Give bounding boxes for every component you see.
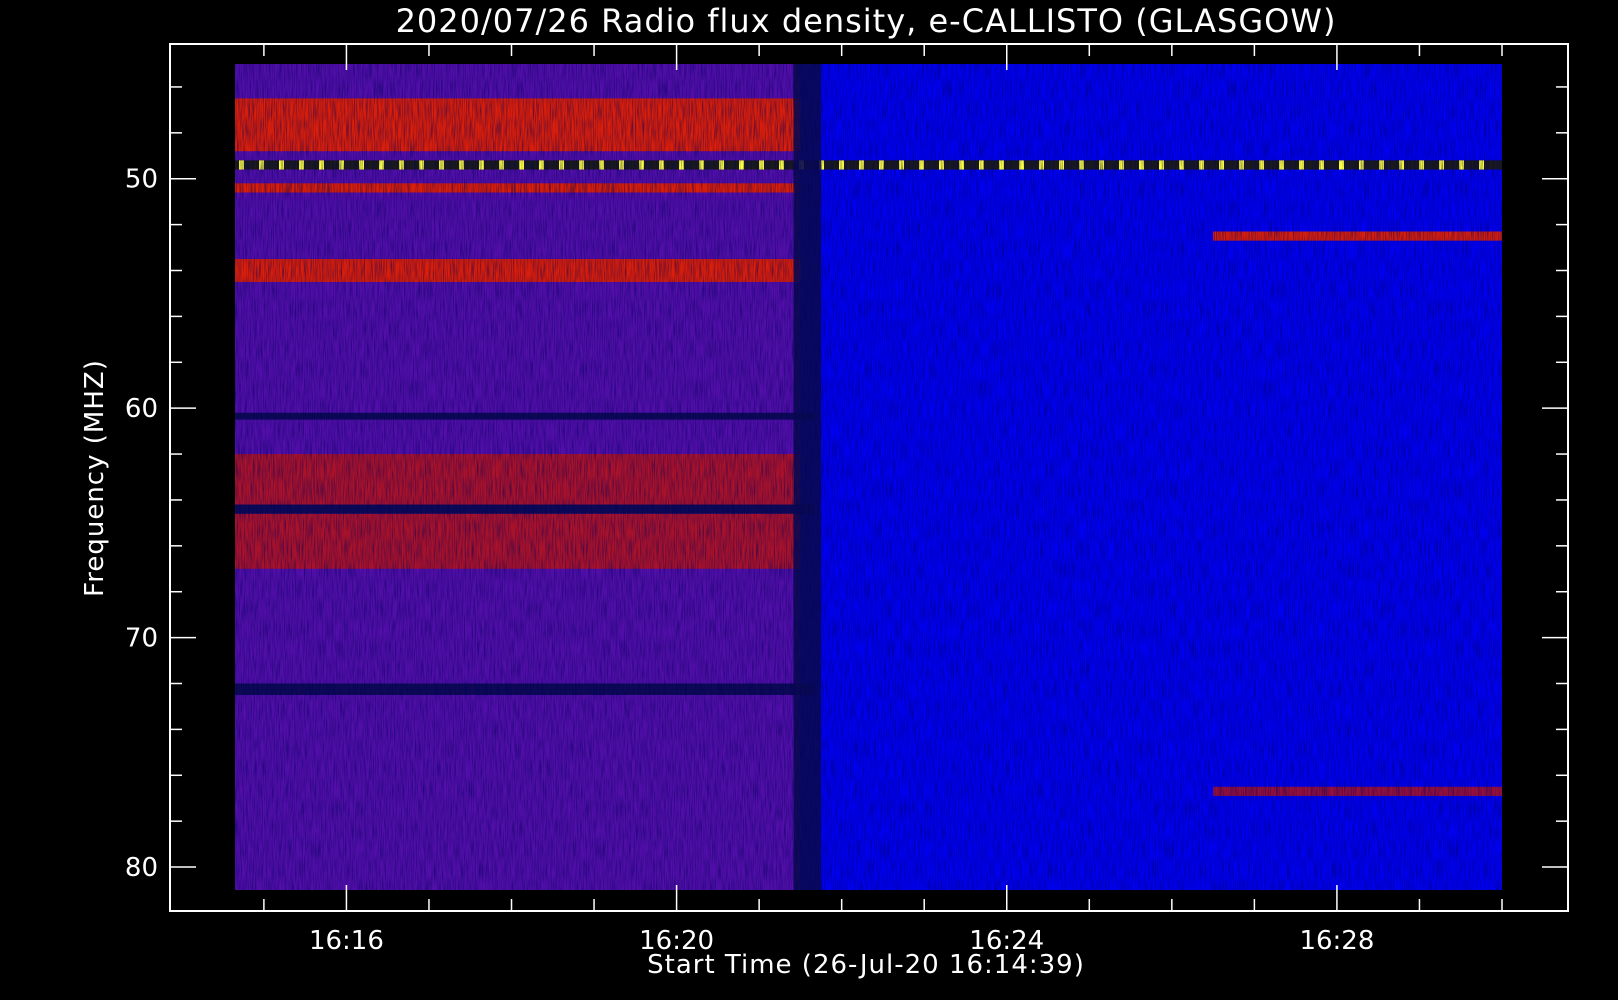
interference-marker (479, 160, 484, 170)
x-tick-label: 16:28 (1299, 926, 1374, 956)
heatmap-feature-broadband-dropout (793, 64, 822, 890)
interference-marker (1059, 160, 1064, 170)
interference-marker (779, 160, 784, 170)
x-tick-label: 16:16 (309, 926, 384, 956)
interference-marker (539, 160, 544, 170)
interference-marker (1299, 160, 1304, 170)
heatmap-feature-absorption-line (235, 412, 815, 420)
interference-marker (259, 160, 264, 170)
interference-marker (1219, 160, 1224, 170)
interference-marker (1339, 160, 1344, 170)
interference-marker (1479, 160, 1484, 170)
heatmap-feature-moderate-band (235, 513, 801, 569)
interference-marker (979, 160, 984, 170)
interference-marker (699, 160, 704, 170)
interference-marker (719, 160, 724, 170)
interference-marker (579, 160, 584, 170)
interference-marker (759, 160, 764, 170)
y-tick-label: 80 (125, 853, 158, 883)
interference-marker (1279, 160, 1284, 170)
interference-marker (1359, 160, 1364, 170)
y-tick-label: 50 (125, 165, 158, 195)
interference-marker (1159, 160, 1164, 170)
heatmap-feature-absorption-line (235, 683, 815, 695)
x-axis-label: Start Time (26-Jul-20 16:14:39) (647, 950, 1085, 980)
chart-title: 2020/07/26 Radio flux density, e-CALLIST… (396, 2, 1337, 40)
interference-marker (1319, 160, 1324, 170)
interference-marker (1459, 160, 1464, 170)
interference-marker (879, 160, 884, 170)
heatmap-layer (235, 64, 1502, 890)
interference-marker (399, 160, 404, 170)
interference-marker (1259, 160, 1264, 170)
interference-marker (619, 160, 624, 170)
interference-marker (1099, 160, 1104, 170)
interference-marker (1079, 160, 1084, 170)
interference-marker (1179, 160, 1184, 170)
interference-marker (379, 160, 384, 170)
interference-marker (939, 160, 944, 170)
interference-marker (959, 160, 964, 170)
y-axis-label: Frequency (MHZ) (80, 359, 110, 597)
interference-marker (419, 160, 424, 170)
spectrogram-chart: 2020/07/26 Radio flux density, e-CALLIST… (0, 0, 1618, 1000)
heatmap-feature-strong-band (235, 183, 801, 193)
y-tick-label: 60 (125, 394, 158, 424)
interference-marker (1399, 160, 1404, 170)
heatmap-feature-strong-band (1213, 231, 1502, 241)
interference-marker (559, 160, 564, 170)
interference-marker (599, 160, 604, 170)
interference-marker (239, 160, 244, 170)
interference-marker (1139, 160, 1144, 170)
interference-marker (639, 160, 644, 170)
interference-marker (519, 160, 524, 170)
interference-marker (339, 160, 344, 170)
heatmap-feature-strong-band (235, 98, 801, 152)
interference-marker (359, 160, 364, 170)
interference-marker (319, 160, 324, 170)
interference-marker (1439, 160, 1444, 170)
y-tick-label: 70 (125, 624, 158, 654)
interference-marker (1239, 160, 1244, 170)
interference-marker (859, 160, 864, 170)
interference-marker (839, 160, 844, 170)
interference-marker (279, 160, 284, 170)
heatmap-feature-interference-line (235, 160, 1502, 170)
heatmap-feature-moderate-band (235, 454, 801, 505)
interference-marker (1199, 160, 1204, 170)
interference-marker (1419, 160, 1424, 170)
interference-marker (459, 160, 464, 170)
interference-marker (679, 160, 684, 170)
interference-marker (739, 160, 744, 170)
interference-marker (299, 160, 304, 170)
interference-marker (499, 160, 504, 170)
interference-marker (899, 160, 904, 170)
interference-marker (1039, 160, 1044, 170)
interference-marker (1019, 160, 1024, 170)
interference-marker (439, 160, 444, 170)
heatmap-feature-moderate-band (1213, 786, 1502, 796)
interference-marker (1119, 160, 1124, 170)
heatmap-feature-strong-band (235, 259, 801, 282)
interference-marker (1379, 160, 1384, 170)
interference-marker (999, 160, 1004, 170)
interference-marker (919, 160, 924, 170)
interference-marker (659, 160, 664, 170)
heatmap-feature-absorption-line (235, 504, 815, 514)
